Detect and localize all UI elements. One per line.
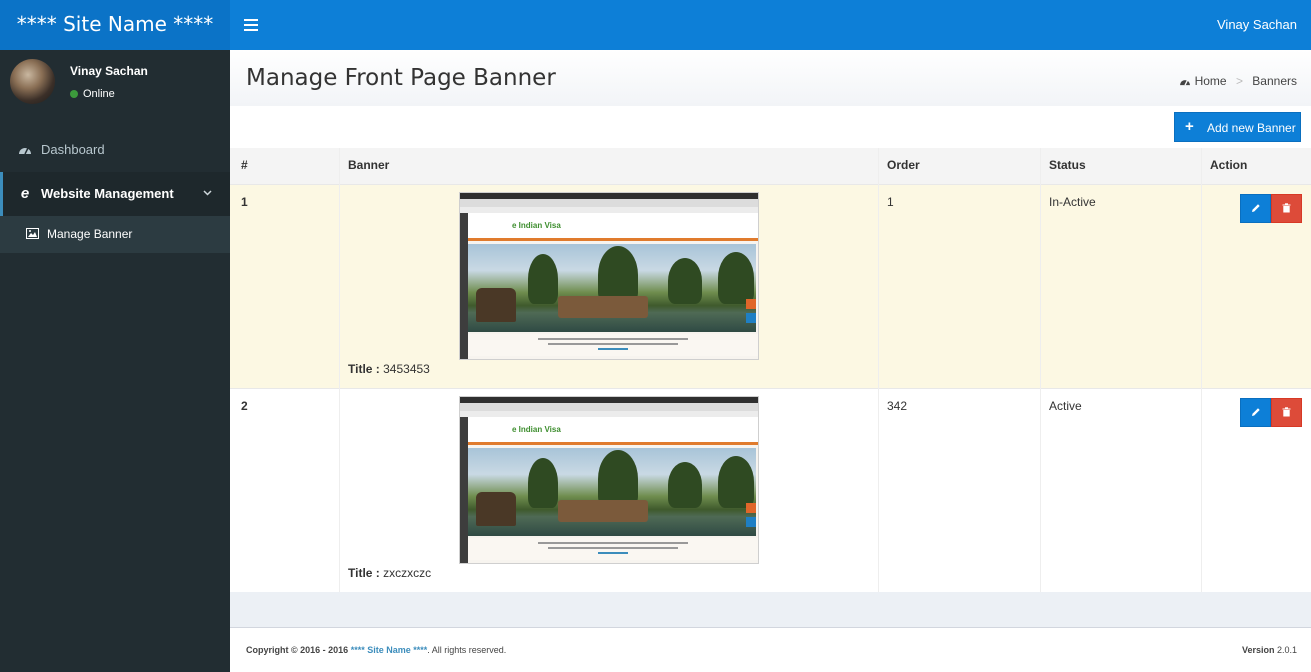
dashboard-icon [1179, 74, 1191, 88]
trash-icon [1272, 202, 1301, 216]
row-number: 1 [241, 195, 248, 209]
content-header: Manage Front Page Banner Home > Banners [230, 50, 1311, 106]
col-header-number: # [241, 158, 248, 172]
banner-title-value: 3453453 [383, 362, 430, 376]
row-status: Active [1049, 399, 1082, 413]
sidebar-item-manage-banner[interactable]: Manage Banner [0, 216, 230, 253]
col-header-order: Order [887, 158, 920, 172]
column-divider [878, 148, 879, 592]
dashboard-icon [17, 136, 33, 164]
user-menu[interactable]: Vinay Sachan [1217, 17, 1297, 32]
version-number: 2.0.1 [1276, 645, 1297, 655]
rights-text: . All rights reserved. [427, 645, 507, 655]
chevron-down-icon [203, 172, 212, 216]
site-logo[interactable]: **** Site Name **** [0, 0, 230, 50]
version-label: Version [1241, 645, 1275, 655]
banner-image: e Indian Visa [459, 192, 759, 360]
add-banner-label: Add new Banner [1207, 121, 1296, 135]
table-row: 1 e Indian Visa Title : 3453453 1 In-Act… [230, 184, 1311, 388]
table-header: # Banner Order Status Action [230, 148, 1311, 184]
footer-copyright: Copyright © 2016 - 2016 **** Site Name *… [246, 645, 506, 655]
sidebar: Vinay Sachan Online Dashboard e Website … [0, 50, 230, 672]
banner-title-label: Title : [348, 566, 380, 580]
pencil-icon [1241, 406, 1270, 420]
plus-icon: + [1185, 118, 1194, 135]
delete-button[interactable] [1271, 398, 1302, 427]
sidebar-item-website-management[interactable]: e Website Management [0, 172, 230, 216]
breadcrumb-home[interactable]: Home [1195, 74, 1227, 88]
ie-icon: e [20, 185, 30, 202]
image-icon [24, 216, 40, 253]
trash-icon [1272, 406, 1301, 420]
banner-title: Title : zxczxczc [348, 566, 431, 580]
edit-button[interactable] [1240, 398, 1271, 427]
sidebar-toggle-icon[interactable] [244, 15, 258, 35]
sidebar-item-label: Website Management [41, 186, 174, 201]
column-divider [1040, 148, 1041, 592]
top-navbar: Vinay Sachan [230, 0, 1311, 50]
banner-title-label: Title : [348, 362, 380, 376]
sidebar-item-label: Manage Banner [47, 227, 133, 241]
online-dot-icon [70, 90, 78, 98]
edit-button[interactable] [1240, 194, 1271, 223]
footer-version: Version 2.0.1 [1242, 645, 1297, 655]
sidebar-item-label: Dashboard [41, 142, 105, 157]
col-header-banner: Banner [348, 158, 390, 172]
sidebar-user-name: Vinay Sachan [70, 64, 148, 78]
user-status-label: Online [83, 88, 115, 100]
banner-table-box: + Add new Banner # Banner Order Status A… [230, 106, 1311, 592]
page-title: Manage Front Page Banner [246, 65, 556, 91]
column-divider [339, 148, 340, 592]
col-header-status: Status [1049, 158, 1086, 172]
breadcrumb-current: Banners [1252, 74, 1297, 88]
copyright-text: Copyright © 2016 - 2016 [246, 645, 349, 655]
user-status: Online [70, 88, 115, 100]
col-header-action: Action [1210, 158, 1248, 172]
breadcrumb: Home > Banners [1179, 74, 1297, 88]
banner-image: e Indian Visa [459, 396, 759, 564]
delete-button[interactable] [1271, 194, 1302, 223]
footer-site-link[interactable]: **** Site Name **** [351, 645, 428, 655]
pencil-icon [1241, 202, 1270, 216]
row-order: 1 [887, 195, 894, 209]
column-divider [1201, 148, 1202, 592]
row-order: 342 [887, 399, 908, 413]
footer: Copyright © 2016 - 2016 **** Site Name *… [230, 627, 1311, 672]
table-row: 2 e Indian Visa Title : zxczxczc 342 Act… [230, 388, 1311, 592]
banner-title-value: zxczxczc [383, 566, 432, 580]
add-banner-button[interactable]: + Add new Banner [1174, 112, 1301, 142]
row-number: 2 [241, 399, 248, 413]
sidebar-item-dashboard[interactable]: Dashboard [0, 136, 230, 164]
row-status: In-Active [1049, 195, 1096, 209]
banner-title: Title : 3453453 [348, 362, 430, 376]
breadcrumb-separator: > [1235, 74, 1243, 88]
avatar [10, 59, 55, 104]
